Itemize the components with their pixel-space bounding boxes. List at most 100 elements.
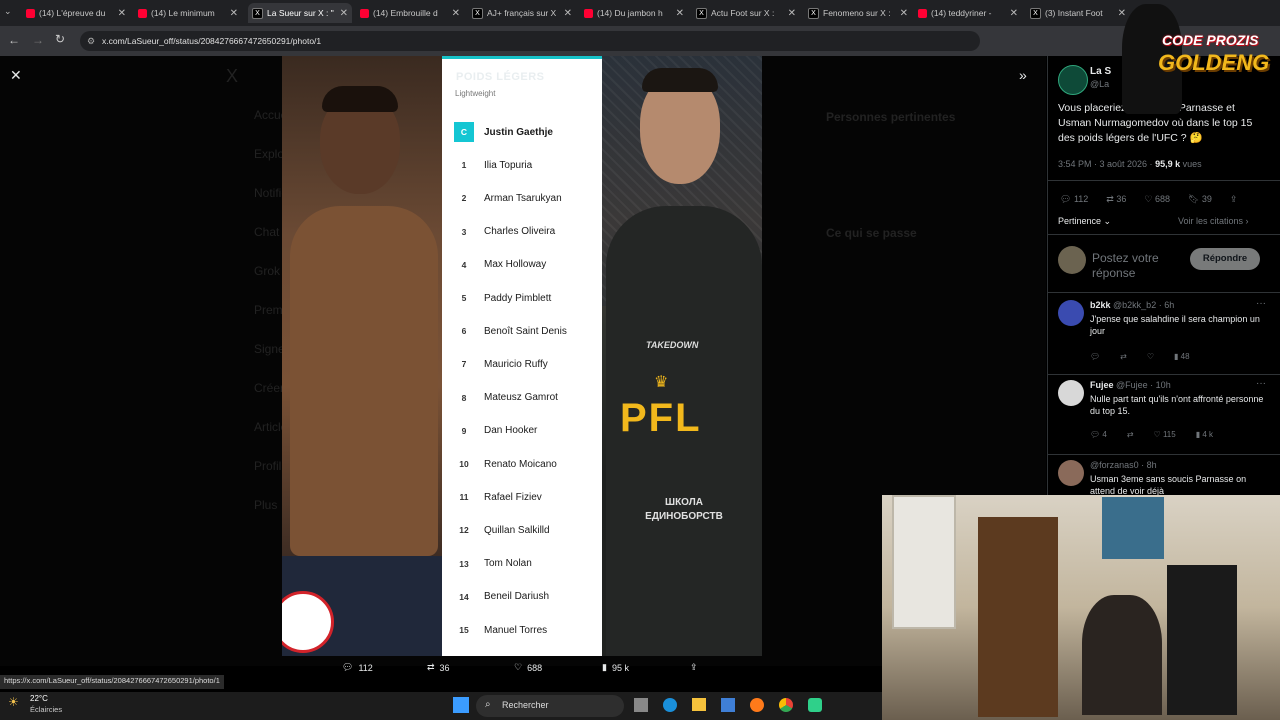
- weather-temp[interactable]: 22°C: [30, 694, 48, 703]
- reply-button[interactable]: 💬︎ 112: [342, 662, 373, 673]
- taskbar-search[interactable]: ⌕ Rechercher: [476, 695, 624, 717]
- reply-author[interactable]: Fujee: [1090, 380, 1114, 390]
- weather-desc[interactable]: Éclaircies: [30, 705, 62, 714]
- ghost-nav-item: Plus: [254, 498, 278, 512]
- repost-icon[interactable]: ⇄: [1120, 352, 1127, 361]
- rank-number: 13: [459, 558, 469, 569]
- tab-7[interactable]: X Fenomeno sur X : ✕: [808, 3, 912, 23]
- repost-button[interactable]: ⇄ 36: [427, 662, 450, 673]
- back-arrow-icon[interactable]: ←: [8, 33, 20, 47]
- edge-icon[interactable]: [663, 698, 677, 712]
- site-info-icon[interactable]: ⚙: [87, 31, 95, 51]
- reply-icon[interactable]: 💬︎ 4: [1090, 430, 1107, 439]
- reply-item[interactable]: @forzanas0 · 8h Usman 3eme sans soucis P…: [1058, 460, 1273, 496]
- chrome-icon[interactable]: [779, 698, 793, 712]
- more-icon[interactable]: ···: [1256, 298, 1266, 309]
- tab-8[interactable]: (14) teddyriner - ✕: [918, 3, 1022, 23]
- panel-accent-bar: [442, 56, 602, 59]
- repost-stat[interactable]: ⇄ 36: [1106, 194, 1126, 205]
- tab-search-icon[interactable]: ⌄: [4, 6, 12, 17]
- fighter-name: Manuel Torres: [484, 624, 548, 636]
- ghost-heading: Ce qui se passe: [826, 226, 917, 240]
- close-tab-icon[interactable]: ✕: [1118, 8, 1126, 19]
- close-tab-icon[interactable]: ✕: [676, 8, 684, 19]
- fighter-name: Tom Nolan: [484, 558, 532, 570]
- forward-arrow-icon[interactable]: →: [32, 33, 44, 47]
- reply-avatar[interactable]: [1058, 380, 1084, 406]
- views-button[interactable]: ▮ 95 k: [602, 662, 629, 673]
- sort-dropdown[interactable]: Pertinence ⌄: [1058, 216, 1111, 227]
- tab-9[interactable]: X (3) Instant Foot ✕: [1030, 3, 1130, 23]
- like-button[interactable]: ♡ 688: [514, 662, 542, 673]
- reply-input[interactable]: Postez votre réponse: [1092, 251, 1182, 281]
- like-stat[interactable]: ♡ 688: [1144, 194, 1170, 205]
- firefox-icon[interactable]: [750, 698, 764, 712]
- app-icon[interactable]: [808, 698, 822, 712]
- weather-icon[interactable]: ☀: [8, 695, 19, 709]
- ranking-row: 5 Paddy Pimblett: [454, 288, 594, 308]
- tab-3[interactable]: (14) Embrouille d ✕: [360, 3, 464, 23]
- share-icon[interactable]: ⇪: [1230, 194, 1238, 205]
- close-tab-icon[interactable]: ✕: [340, 8, 348, 19]
- bookmark-stat[interactable]: 🔖︎ 39: [1188, 194, 1212, 205]
- close-tab-icon[interactable]: ✕: [564, 8, 572, 19]
- close-tab-icon[interactable]: ✕: [900, 8, 908, 19]
- photo-action-bar: 💬︎ 112 ⇄ 36 ♡ 688 ▮ 95 k ⇪: [282, 662, 762, 682]
- close-tab-icon[interactable]: ✕: [1010, 8, 1018, 19]
- chevron-down-icon: ⌄: [1103, 216, 1112, 226]
- tab-0[interactable]: (14) L'épreuve du ✕: [26, 3, 130, 23]
- more-icon[interactable]: ···: [1256, 378, 1266, 389]
- reload-icon[interactable]: ↻: [55, 32, 65, 46]
- tab-4[interactable]: X AJ+ français sur X ✕: [472, 3, 576, 23]
- tab-6[interactable]: X Actu Foot sur X : ✕: [696, 3, 800, 23]
- tab-label: (14) Du jambon h: [597, 8, 663, 18]
- author-avatar[interactable]: [1058, 65, 1088, 95]
- author-handle[interactable]: @La: [1090, 79, 1109, 89]
- collapse-panel-icon[interactable]: »: [1019, 67, 1027, 83]
- reply-avatar[interactable]: [1058, 460, 1084, 486]
- rank-number: 5: [461, 293, 467, 303]
- quotes-link[interactable]: Voir les citations ›: [1178, 216, 1249, 226]
- tab-1[interactable]: (14) Le minimum ✕: [138, 3, 242, 23]
- store-icon[interactable]: [721, 698, 735, 712]
- streamer: [1082, 595, 1162, 715]
- tweet-meta: 3:54 PM · 3 août 2026 · 95,9 k vues: [1058, 159, 1202, 169]
- ranking-row: 14 Beneil Dariush: [454, 587, 594, 607]
- reply-avatar[interactable]: [1058, 300, 1084, 326]
- fighter-name: Paddy Pimblett: [484, 292, 552, 304]
- views-stat[interactable]: ▮ 48: [1174, 352, 1190, 361]
- windows-start-icon[interactable]: [453, 697, 469, 713]
- close-tab-icon[interactable]: ✕: [230, 8, 238, 19]
- reply-stats: 💬︎ ⇄ ♡ ▮ 48: [1090, 352, 1190, 361]
- share-button[interactable]: ⇪: [690, 662, 698, 673]
- tab-2-active[interactable]: X La Sueur sur X : " ✕: [248, 3, 352, 23]
- reply-stat[interactable]: 💬︎ 112: [1060, 194, 1088, 205]
- tweet-photo[interactable]: POIDS LÉGERS Lightweight C Justin Gaethje…: [282, 56, 762, 656]
- reply-text: J'pense que salahdine il sera champion u…: [1090, 314, 1260, 336]
- tab-5[interactable]: (14) Du jambon h ✕: [584, 3, 688, 23]
- reply-author[interactable]: b2kk: [1090, 300, 1111, 310]
- file-explorer-icon[interactable]: [692, 698, 706, 711]
- ranking-row: 8 Mateusz Gamrot: [454, 388, 594, 408]
- reply-icon[interactable]: 💬︎: [1090, 352, 1100, 361]
- close-tab-icon[interactable]: ✕: [118, 8, 126, 19]
- fighter-name: Ilia Topuria: [484, 159, 533, 171]
- heart-icon: ♡: [514, 662, 523, 672]
- reply-item[interactable]: Fujee @Fujee · 10h ··· Nulle part tant q…: [1058, 378, 1273, 450]
- views-stat[interactable]: ▮ 4 k: [1196, 430, 1213, 439]
- task-view-icon[interactable]: [634, 698, 648, 712]
- author-name[interactable]: La S: [1090, 66, 1111, 77]
- url-field[interactable]: ⚙ x.com/LaSueur_off/status/2084276667472…: [80, 31, 980, 51]
- reply-submit-button[interactable]: Répondre: [1190, 248, 1260, 270]
- reply-item[interactable]: b2kk @b2kk_b2 · 6h ··· J'pense que salah…: [1058, 298, 1273, 370]
- heart-icon[interactable]: ♡ 115: [1154, 430, 1176, 439]
- youtube-icon: [26, 8, 35, 18]
- youtube-icon: [360, 8, 369, 18]
- close-lightbox-icon[interactable]: ✕: [10, 67, 22, 84]
- ghost-heading: Personnes pertinentes: [826, 110, 956, 124]
- heart-icon[interactable]: ♡: [1147, 352, 1154, 361]
- close-tab-icon[interactable]: ✕: [788, 8, 796, 19]
- divider: [1048, 180, 1280, 181]
- repost-icon[interactable]: ⇄: [1127, 430, 1134, 439]
- close-tab-icon[interactable]: ✕: [452, 8, 460, 19]
